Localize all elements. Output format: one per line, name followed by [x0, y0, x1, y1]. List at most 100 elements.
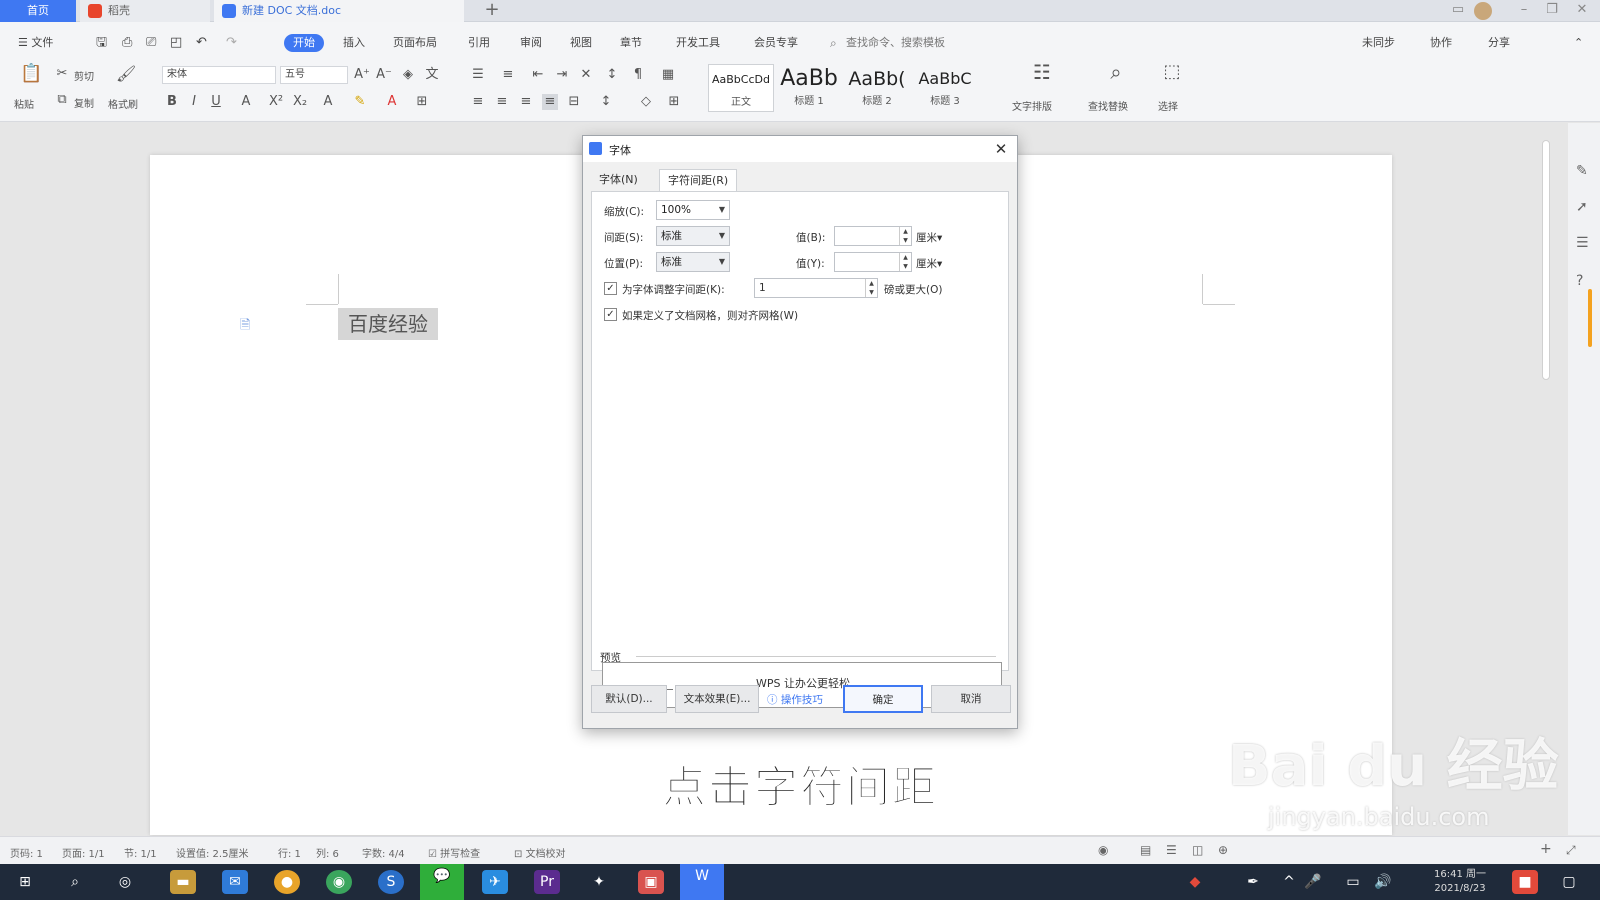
browser-icon[interactable]: ✈: [482, 870, 508, 894]
bullets-icon[interactable]: ☰: [470, 67, 486, 83]
share-button[interactable]: 分享: [1488, 34, 1510, 52]
strikethrough-icon[interactable]: A: [238, 94, 254, 110]
proofread-button[interactable]: ⊡ 文档校对: [514, 845, 566, 860]
save-icon[interactable]: 🖫: [96, 34, 107, 52]
settings-sliders-icon[interactable]: ☰: [1576, 235, 1589, 251]
decrease-indent-icon[interactable]: ⇤: [530, 67, 546, 83]
mail-icon[interactable]: ✉: [222, 870, 248, 894]
value-b-spinner[interactable]: ▲ ▼: [834, 226, 912, 246]
subscript-icon[interactable]: X₂: [292, 94, 308, 110]
tray-network-icon[interactable]: ▭: [1340, 870, 1366, 894]
underline-icon[interactable]: U: [208, 94, 224, 110]
outline-view-icon[interactable]: ☰: [1166, 843, 1177, 857]
copy-button[interactable]: 复制: [74, 95, 94, 110]
menu-insert[interactable]: 插入: [343, 34, 365, 52]
justify-icon[interactable]: ≡: [542, 94, 558, 110]
menu-file[interactable]: ☰ 文件: [18, 34, 53, 52]
spinner-arrows-icon[interactable]: ▲ ▼: [865, 279, 877, 297]
fullscreen-icon[interactable]: ⤢: [1566, 843, 1576, 858]
collapse-ribbon-icon[interactable]: ⌃: [1574, 34, 1583, 52]
scroll-indicator[interactable]: [1588, 289, 1592, 347]
window-layout-icon[interactable]: ▭: [1446, 0, 1470, 22]
shrink-font-icon[interactable]: A⁻: [376, 67, 392, 83]
help-icon[interactable]: ?: [1576, 273, 1583, 289]
default-button[interactable]: 默认(D)...: [591, 685, 667, 713]
status-word-count[interactable]: 字数: 4/4: [362, 845, 405, 860]
bold-icon[interactable]: B: [164, 94, 180, 110]
value-y-spinner[interactable]: ▲ ▼: [834, 252, 912, 272]
print-preview-icon[interactable]: ◰: [170, 34, 182, 52]
tray-notification-icon[interactable]: ■: [1512, 870, 1538, 894]
action-center-icon[interactable]: ▢: [1556, 870, 1582, 894]
taskbar-app-icon[interactable]: ◎: [112, 870, 138, 894]
spell-check-button[interactable]: ☑ 拼写检查: [428, 845, 480, 860]
font-name-select[interactable]: 宋体: [162, 66, 276, 84]
menu-member[interactable]: 会员专享: [754, 34, 798, 52]
copy-icon[interactable]: ⧉: [54, 92, 70, 108]
wps-taskbar-icon[interactable]: W: [680, 864, 724, 900]
qq-icon[interactable]: ●: [274, 870, 300, 894]
tab-font[interactable]: 字体(N): [591, 169, 646, 191]
font-color-icon[interactable]: A: [384, 94, 400, 110]
phonetic-icon[interactable]: 文: [424, 67, 440, 83]
zoom-in-icon[interactable]: +: [1540, 841, 1552, 857]
avatar[interactable]: [1474, 2, 1492, 20]
tray-wps-icon[interactable]: ◆: [1182, 870, 1208, 894]
increase-indent-icon[interactable]: ⇥: [554, 67, 570, 83]
text-layout-icon[interactable]: ☷: [1030, 62, 1054, 90]
collaborate-button[interactable]: 协作: [1430, 34, 1452, 52]
cancel-button[interactable]: 取消: [931, 685, 1011, 713]
command-search[interactable]: ⌕ 查找命令、搜索模板: [826, 33, 976, 53]
text-layout-button[interactable]: 文字排版: [1012, 98, 1052, 113]
cut-button[interactable]: 剪切: [74, 68, 94, 83]
wechat-icon[interactable]: 💬: [420, 864, 464, 900]
cursor-icon[interactable]: ➚: [1576, 199, 1588, 215]
sogou-icon[interactable]: S: [378, 870, 404, 894]
tray-mic-icon[interactable]: 🎤: [1300, 870, 1326, 894]
font-size-select[interactable]: 五号: [280, 66, 348, 84]
chrome-icon[interactable]: ◉: [326, 870, 352, 894]
menu-developer[interactable]: 开发工具: [676, 34, 720, 52]
export-icon[interactable]: ⎙: [122, 34, 132, 52]
italic-icon[interactable]: I: [186, 94, 202, 110]
cut-icon[interactable]: ✂: [54, 66, 70, 82]
style-heading-3[interactable]: AaBbC 标题 3: [912, 64, 978, 112]
reading-view-icon[interactable]: ◫: [1192, 843, 1203, 857]
menu-page-layout[interactable]: 页面布局: [393, 34, 437, 52]
find-replace-icon[interactable]: ⌕: [1104, 62, 1128, 90]
spinner-arrows-icon[interactable]: ▲ ▼: [899, 253, 911, 271]
dialog-close-icon[interactable]: ✕: [991, 139, 1011, 159]
paste-button[interactable]: 粘贴: [14, 96, 34, 111]
premiere-icon[interactable]: Pr: [534, 870, 560, 894]
restore-icon[interactable]: ❐: [1540, 0, 1564, 22]
file-explorer-icon[interactable]: ▬: [170, 870, 196, 894]
undo-icon[interactable]: ↶: [196, 34, 207, 52]
menu-review[interactable]: 审阅: [520, 34, 542, 52]
document-text[interactable]: 百度经验: [338, 308, 438, 340]
align-right-icon[interactable]: ≡: [518, 94, 534, 110]
vertical-scrollbar[interactable]: [1540, 140, 1552, 830]
close-window-icon[interactable]: ✕: [1570, 0, 1594, 22]
tray-volume-icon[interactable]: 🔊: [1370, 870, 1396, 894]
sort-icon[interactable]: ↕: [604, 67, 620, 83]
kerning-checkbox[interactable]: ✓: [604, 282, 617, 295]
borders-icon[interactable]: ⊞: [666, 94, 682, 110]
tray-expand-icon[interactable]: ^: [1276, 870, 1302, 894]
tab-document[interactable]: 新建 DOC 文档.doc: [214, 0, 464, 22]
page-view-icon[interactable]: ▤: [1140, 843, 1151, 857]
grow-font-icon[interactable]: A⁺: [354, 67, 370, 83]
style-heading-1[interactable]: AaBb 标题 1: [776, 64, 842, 112]
distribute-icon[interactable]: ⊟: [566, 94, 582, 110]
eye-protect-icon[interactable]: ◉: [1098, 843, 1108, 857]
chinese-layout-icon[interactable]: ✕: [578, 67, 594, 83]
edit-icon[interactable]: ✎: [1576, 163, 1588, 179]
value-b-unit[interactable]: 厘米▾: [916, 230, 942, 245]
windows-start-icon[interactable]: ⊞: [12, 870, 38, 894]
taskbar-app2-icon[interactable]: ✦: [586, 870, 612, 894]
spacing-select[interactable]: 标准 ▼: [656, 226, 730, 246]
tray-clock[interactable]: 16:41 周一 2021/8/23: [1430, 868, 1490, 896]
scale-select[interactable]: 100% ▼: [656, 200, 730, 220]
highlight-icon[interactable]: ✎: [352, 94, 368, 110]
web-view-icon[interactable]: ⊕: [1218, 843, 1228, 857]
align-left-icon[interactable]: ≡: [470, 94, 486, 110]
